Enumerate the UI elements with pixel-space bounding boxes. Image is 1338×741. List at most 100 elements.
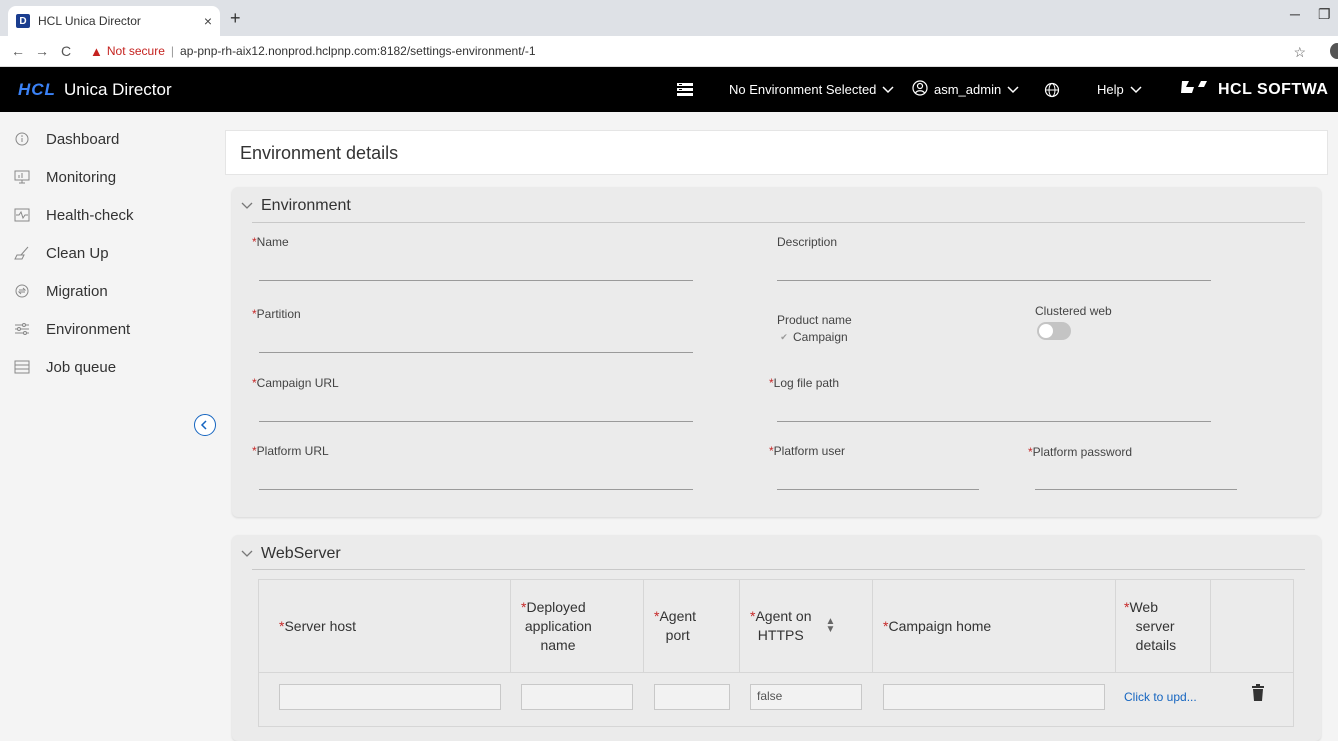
platform-password-input[interactable] [1035,489,1237,490]
sidebar-item-label: Environment [46,320,131,338]
column-header-agent-https[interactable]: *Agent on HTTPS ▲ ▼ [740,580,873,672]
agent-port-input[interactable] [654,684,730,710]
campaign-url-input[interactable] [259,421,693,422]
sidebar-item-label: Health-check [46,206,134,224]
brand-text: HCL SOFTWA [1218,80,1329,98]
sidebar-item-environment[interactable]: Environment [0,310,207,348]
name-label: *Name [252,235,289,249]
column-header-web-server-details: *Web server details [1116,580,1211,672]
page-header: Environment details [225,130,1328,175]
partition-input[interactable] [259,352,693,353]
back-icon[interactable]: ← [6,43,30,59]
log-file-path-label: *Log file path [769,376,840,390]
tab-close-icon[interactable]: × [204,13,212,29]
sidebar: Dashboard Monitoring Health-check Clean … [0,112,207,732]
section-title: WebServer [261,545,341,562]
deployed-app-name-input[interactable] [521,684,633,710]
profile-icon[interactable] [1330,43,1338,59]
warning-icon: ▲ [90,43,103,59]
section-title: Environment [261,197,351,214]
environment-selector[interactable]: No Environment Selected [729,67,894,112]
address-separator: | [170,44,175,58]
column-header-server-host: *Server host [259,580,511,672]
platform-user-label: *Platform user [769,444,846,458]
sort-icon[interactable]: ▲ ▼ [826,617,836,635]
minimize-icon[interactable]: ─ [1290,6,1300,22]
forward-icon[interactable]: → [30,43,54,59]
migration-icon [14,283,30,299]
help-menu[interactable]: Help [1097,67,1142,112]
column-header-deployed-app: *Deployed application name [511,580,644,672]
chevron-down-icon [241,547,253,561]
help-label: Help [1097,82,1124,97]
campaign-url-label: *Campaign URL [252,376,339,390]
section-divider [252,569,1305,570]
restore-icon[interactable]: ❐ [1318,6,1331,23]
platform-url-input[interactable] [259,489,693,490]
environment-section-header[interactable]: Environment [241,197,351,215]
column-header-agent-port: *Agent port [644,580,740,672]
security-label: Not secure [106,44,165,58]
address-bar: ← → C ▲ Not secure | ap-pnp-rh-aix12.non… [0,36,1338,67]
user-name: asm_admin [934,82,1002,97]
url-input[interactable]: ap-pnp-rh-aix12.nonprod.hclpnp.com:8182/… [180,44,536,58]
sidebar-item-label: Clean Up [46,244,109,262]
collapse-sidebar-button[interactable] [194,414,216,436]
trash-icon[interactable] [1251,684,1265,702]
sidebar-item-label: Dashboard [46,130,120,148]
log-file-path-input[interactable] [777,421,1211,422]
chevron-down-icon [1130,82,1142,97]
browser-tab[interactable]: D HCL Unica Director × [8,6,220,36]
sidebar-item-health-check[interactable]: Health-check [0,196,207,234]
column-header-actions [1211,580,1293,672]
server-stack-icon[interactable] [676,67,694,112]
clustered-web-label: Clustered web [1035,304,1112,318]
name-input[interactable] [259,280,693,281]
user-menu[interactable]: asm_admin [912,67,1019,112]
sidebar-item-clean-up[interactable]: Clean Up [0,234,207,272]
app-favicon-icon: D [16,14,30,28]
user-avatar-icon [912,80,928,99]
webserver-panel: WebServer *Server host *Deployed applica… [232,535,1321,741]
product-name-label: Product name [777,313,852,327]
environment-selector-label: No Environment Selected [729,82,877,97]
campaign-home-input[interactable] [883,684,1105,710]
queue-icon [14,359,30,375]
section-divider [252,222,1305,223]
sidebar-item-dashboard[interactable]: Dashboard [0,120,207,158]
sidebar-item-job-queue[interactable]: Job queue [0,348,207,386]
sidebar-item-migration[interactable]: Migration [0,272,207,310]
clustered-web-toggle[interactable] [1037,322,1071,340]
web-server-details-link[interactable]: Click to upd... [1124,690,1197,704]
hcl-logo: HCL [18,79,56,99]
chevron-left-icon [200,420,207,430]
sidebar-item-label: Migration [46,282,108,300]
sidebar-item-label: Job queue [46,358,117,376]
globe-icon[interactable] [1044,67,1060,112]
app-header: HCL Unica Director No Environment Select… [0,67,1338,112]
webserver-section-header[interactable]: WebServer [241,545,341,563]
agent-https-select[interactable]: false [750,684,862,710]
server-host-input[interactable] [279,684,501,710]
info-circle-icon [14,131,30,147]
hcl-software-brand: HCL SOFTWA [1180,67,1328,112]
new-tab-button[interactable]: + [230,8,241,29]
platform-user-input[interactable] [777,489,979,490]
sliders-icon [14,321,30,337]
sidebar-item-monitoring[interactable]: Monitoring [0,158,207,196]
environment-panel: Environment *Name Description *Partition… [232,187,1321,517]
chevron-down-icon [241,199,253,213]
product-campaign-checkbox[interactable]: ✔ Campaign [779,330,847,344]
security-indicator[interactable]: ▲ Not secure [90,44,165,59]
monitor-icon [14,169,30,185]
partition-label: *Partition [252,307,301,321]
broom-icon [14,245,30,261]
sidebar-item-label: Monitoring [46,168,117,186]
browser-tab-bar: D HCL Unica Director × + ─ ❐ [0,0,1338,36]
description-label: Description [777,235,838,249]
description-input[interactable] [777,280,1211,281]
bookmark-star-icon[interactable]: ☆ [1293,44,1306,61]
platform-url-label: *Platform URL [252,444,329,458]
reload-icon[interactable]: C [54,43,78,59]
check-icon: ✔ [780,331,788,342]
